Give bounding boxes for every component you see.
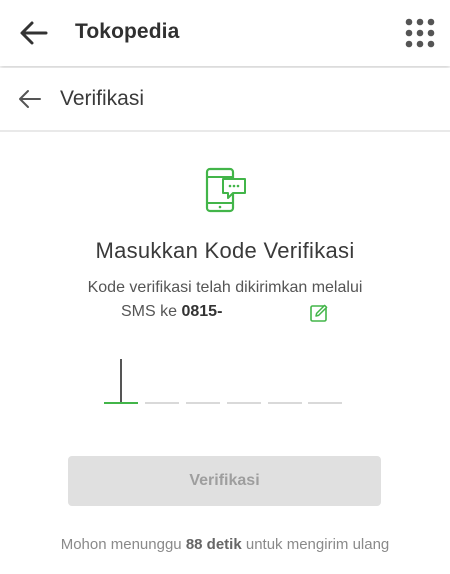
otp-underline — [145, 402, 179, 404]
sms-destination: SMS ke 0815- — [121, 303, 222, 321]
phone-message-icon — [205, 167, 246, 213]
otp-digit-6[interactable] — [308, 356, 342, 404]
otp-digit-4[interactable] — [227, 356, 261, 404]
otp-underline — [104, 402, 138, 404]
phone-number: 0815- — [181, 303, 223, 320]
edit-icon[interactable] — [309, 303, 329, 323]
app-bar: Tokopedia — [0, 0, 450, 66]
verification-description: Kode verifikasi telah dikirimkan melalui — [87, 279, 363, 296]
otp-underline — [308, 402, 342, 404]
back-icon[interactable] — [16, 86, 42, 112]
otp-underline — [186, 402, 220, 404]
otp-underline — [268, 402, 302, 404]
otp-digit-5[interactable] — [268, 356, 302, 404]
resend-suffix: untuk mengirim ulang — [245, 536, 390, 553]
resend-countdown: Mohon menunggu 88 detik untuk mengirim u… — [0, 536, 450, 553]
arrow-left-icon[interactable] — [16, 17, 50, 49]
resend-seconds: 88 detik — [185, 536, 242, 553]
sms-prefix: SMS ke — [121, 303, 178, 320]
verification-heading: Masukkan Kode Verifikasi — [95, 238, 355, 263]
apps-grid-icon[interactable] — [404, 17, 436, 49]
otp-digit-3[interactable] — [186, 356, 220, 404]
otp-digit-1[interactable] — [104, 356, 138, 404]
otp-underline — [227, 402, 261, 404]
verify-button[interactable]: Verifikasi — [68, 456, 381, 506]
page-title: Verifikasi — [60, 87, 145, 110]
app-title: Tokopedia — [75, 20, 180, 43]
text-cursor — [120, 359, 122, 403]
otp-input[interactable] — [0, 356, 450, 406]
resend-prefix: Mohon menunggu — [60, 536, 182, 553]
otp-digit-2[interactable] — [145, 356, 179, 404]
page-header: Verifikasi — [0, 68, 450, 132]
